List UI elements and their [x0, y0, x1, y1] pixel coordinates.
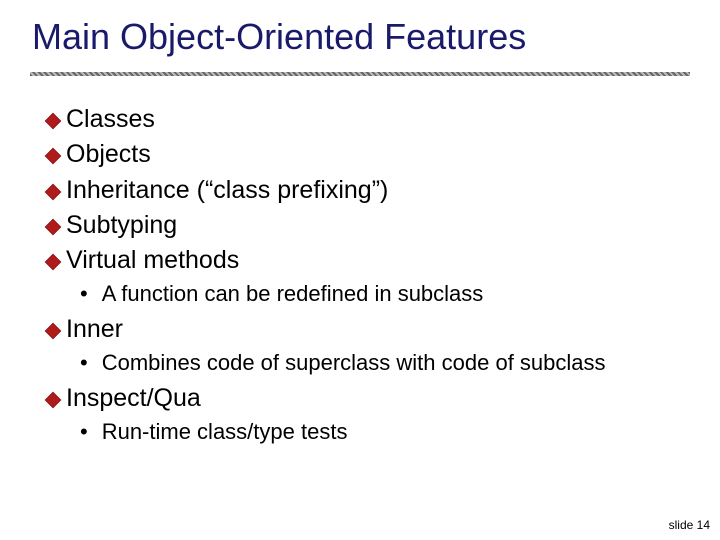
- diamond-bullet-icon: [44, 147, 62, 165]
- list-item-label: Inner: [66, 314, 123, 345]
- diamond-bullet-icon: [44, 112, 62, 130]
- diamond-bullet-icon: [44, 322, 62, 340]
- bullet-dot-icon: •: [80, 352, 88, 374]
- list-item: Subtyping: [44, 210, 684, 241]
- diamond-bullet-icon: [44, 253, 62, 271]
- diamond-bullet-icon: [44, 218, 62, 236]
- slide: Main Object-Oriented Features Classes Ob…: [0, 0, 720, 540]
- list-subitem-label: Combines code of superclass with code of…: [102, 349, 606, 377]
- slide-body: Classes Objects Inheritance (“class pref…: [44, 100, 684, 451]
- list-subitem: • Run-time class/type tests: [80, 418, 684, 446]
- bullet-dot-icon: •: [80, 421, 88, 443]
- list-item-label: Inheritance (“class prefixing”): [66, 175, 388, 206]
- list-item-label: Classes: [66, 104, 155, 135]
- slide-title: Main Object-Oriented Features: [32, 16, 526, 58]
- title-underline: [30, 72, 690, 76]
- list-subitem-label: Run-time class/type tests: [102, 418, 348, 446]
- bullet-dot-icon: •: [80, 283, 88, 305]
- list-subitem: • A function can be redefined in subclas…: [80, 280, 684, 308]
- list-item: Objects: [44, 139, 684, 170]
- diamond-bullet-icon: [44, 391, 62, 409]
- list-subitem-label: A function can be redefined in subclass: [102, 280, 484, 308]
- slide-number: slide 14: [669, 518, 710, 532]
- list-item: Inspect/Qua: [44, 383, 684, 414]
- list-item: Inner: [44, 314, 684, 345]
- list-item: Virtual methods: [44, 245, 684, 276]
- diamond-bullet-icon: [44, 183, 62, 201]
- list-item: Classes: [44, 104, 684, 135]
- list-item-label: Inspect/Qua: [66, 383, 201, 414]
- list-item-label: Subtyping: [66, 210, 177, 241]
- list-item-label: Virtual methods: [66, 245, 239, 276]
- list-subitem: • Combines code of superclass with code …: [80, 349, 684, 377]
- list-item-label: Objects: [66, 139, 151, 170]
- list-item: Inheritance (“class prefixing”): [44, 175, 684, 206]
